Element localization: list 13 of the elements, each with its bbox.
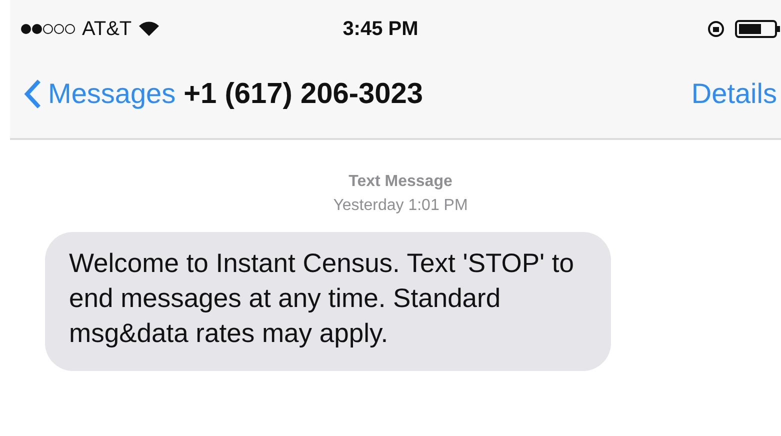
details-button[interactable]: Details <box>691 78 781 110</box>
battery-icon <box>734 19 781 39</box>
message-timestamp: Yesterday 1:01 PM <box>333 196 468 216</box>
status-time: 3:45 PM <box>342 18 420 40</box>
contact-number: +1 (617) 206-3023 <box>184 78 424 110</box>
back-button[interactable]: Messages <box>10 78 176 110</box>
message-bubble: Welcome to Instant Census. Text 'STOP' to end messages at any time. Standard msg&data rates may apply. <box>45 232 611 371</box>
carrier-name: AT&T <box>82 18 132 40</box>
signal-icon <box>20 23 76 35</box>
rotation-lock-icon <box>706 20 725 38</box>
chevron-left-icon <box>24 79 42 109</box>
message-type-label: Text Message <box>348 172 452 192</box>
wifi-icon <box>138 21 160 37</box>
